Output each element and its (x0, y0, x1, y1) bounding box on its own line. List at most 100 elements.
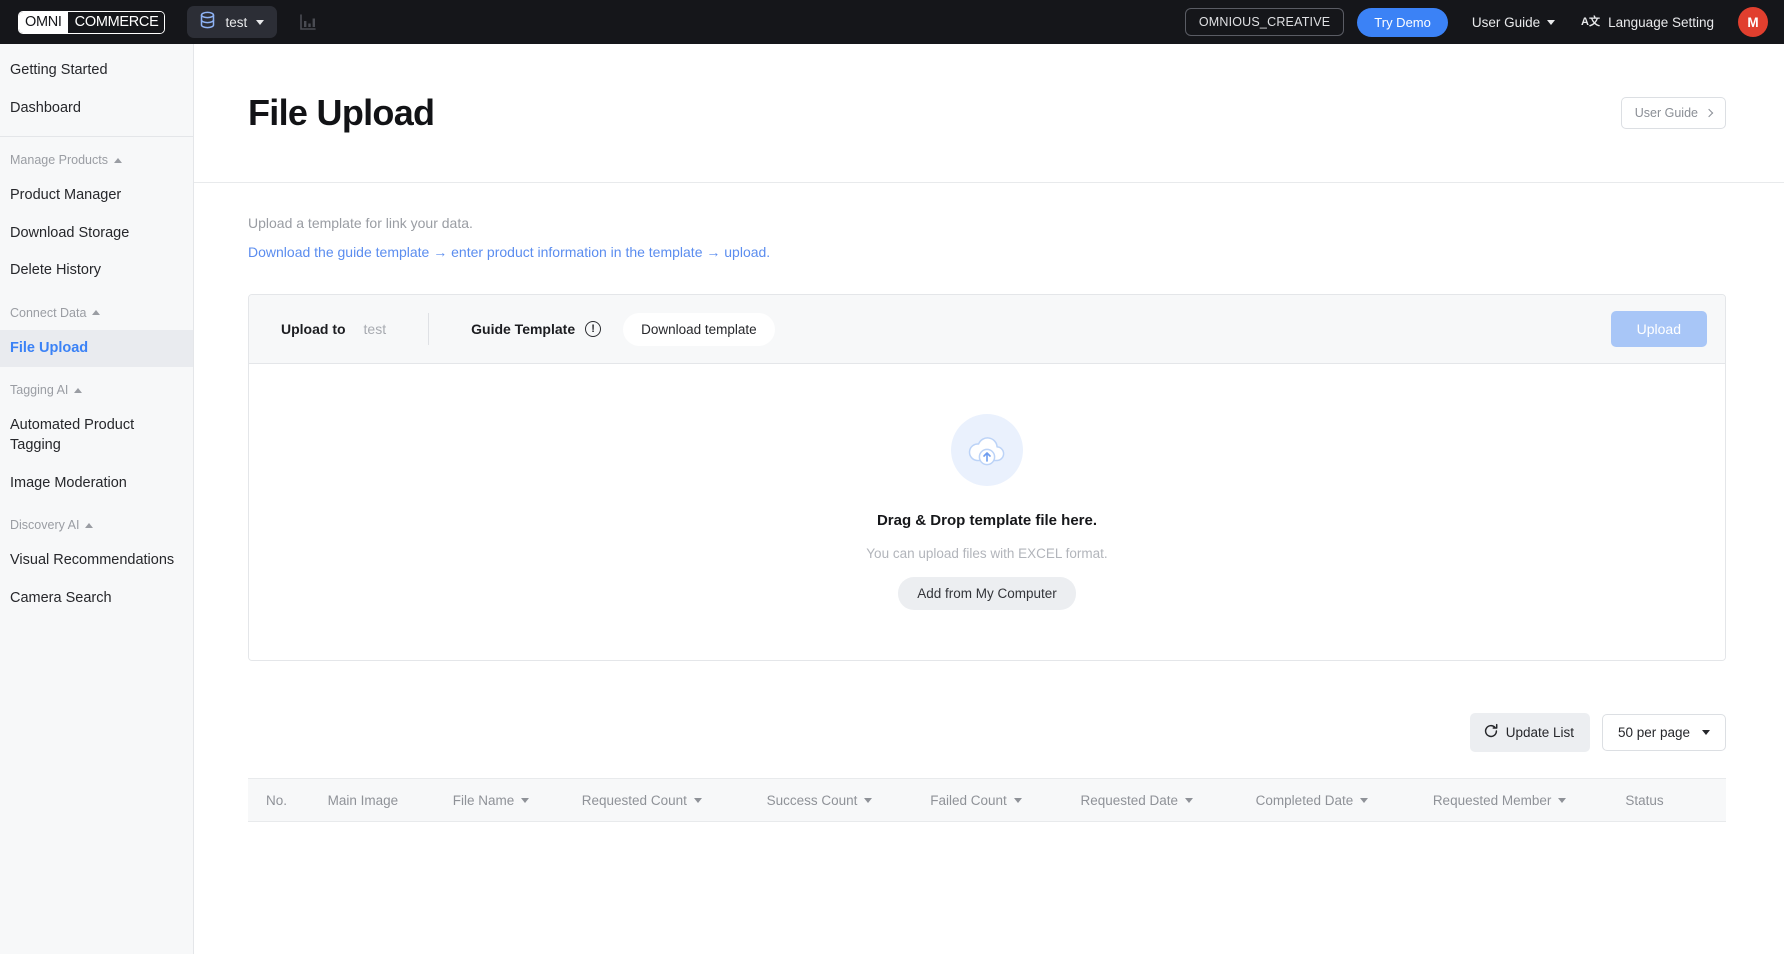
sort-caret-icon (1360, 797, 1369, 803)
user-guide-menu[interactable]: User Guide (1471, 14, 1556, 30)
table-header-cell[interactable]: Failed Count (930, 793, 1080, 808)
sidebar-item-file-upload[interactable]: File Upload (0, 329, 193, 368)
table-body-empty (248, 822, 1726, 882)
try-demo-button[interactable]: Try Demo (1357, 7, 1448, 37)
svg-text:文: 文 (1589, 14, 1600, 28)
translate-icon: A 文 (1581, 13, 1601, 31)
user-guide-menu-label: User Guide (1471, 14, 1541, 30)
sort-caret-icon (521, 797, 530, 803)
bar-chart-icon[interactable] (295, 9, 321, 35)
guide-template-link[interactable]: Download the guide template → enter prod… (248, 244, 770, 260)
sidebar-group-discovery-ai[interactable]: Discovery AI (0, 502, 193, 542)
file-upload-table: No. Main Image File Name Requested Count Suc… (248, 778, 1726, 882)
sidebar-group-connect-data[interactable]: Connect Data (0, 290, 193, 330)
page-header: File Upload User Guide (194, 44, 1784, 183)
table-header-cell[interactable]: Requested Member (1433, 793, 1626, 808)
list-controls: Update List 50 per page (248, 713, 1726, 752)
page-subtitle: Upload a template for link your data. (248, 215, 473, 231)
sidebar-item-getting-started[interactable]: Getting Started (0, 52, 193, 90)
table-header-cell: Main Image (328, 793, 453, 808)
app-logo[interactable]: OMNI COMMERCE (18, 10, 166, 34)
sidebar-group-label: Discovery AI (10, 518, 80, 533)
chevron-right-icon (1704, 108, 1714, 118)
chevron-up-icon (85, 522, 94, 528)
workspace-name-chip[interactable]: OMNIOUS_CREATIVE (1184, 8, 1345, 36)
add-from-my-computer-button[interactable]: Add from My Computer (898, 577, 1076, 610)
chevron-up-icon (74, 387, 83, 393)
sidebar-item-camera-search[interactable]: Camera Search (0, 580, 193, 618)
upload-to-value: test (363, 321, 387, 337)
sidebar-item-download-storage[interactable]: Download Storage (0, 215, 193, 253)
logo-omni-text: OMNI (19, 11, 68, 33)
page-user-guide-label: User Guide (1634, 106, 1698, 120)
upload-to-label: Upload to (281, 321, 346, 337)
sidebar-item-product-manager[interactable]: Product Manager (0, 177, 193, 215)
update-list-button[interactable]: Update List (1469, 713, 1590, 752)
per-page-select[interactable]: 50 per page (1602, 714, 1726, 751)
upload-card: Upload to test Guide Template ! Download… (248, 294, 1726, 661)
sidebar-item-image-moderation[interactable]: Image Moderation (0, 465, 193, 503)
upload-button[interactable]: Upload (1610, 311, 1707, 347)
sidebar-group-tagging-ai[interactable]: Tagging AI (0, 367, 193, 407)
download-template-button[interactable]: Download template (623, 312, 775, 346)
app-shell: Getting Started Dashboard Manage Product… (0, 44, 1784, 954)
sort-caret-icon (1558, 797, 1567, 803)
chevron-up-icon (92, 310, 101, 316)
top-bar: OMNI COMMERCE test OMNIOUS_CREATIVE Try … (0, 0, 1784, 44)
sort-caret-icon (693, 797, 702, 803)
guide-template-label: Guide Template (471, 321, 576, 337)
table-header-label: Completed Date (1255, 792, 1354, 808)
top-bar-right-cluster: OMNIOUS_CREATIVE Try Demo User Guide A 文… (1184, 7, 1768, 37)
dropzone-subtitle: You can upload files with EXCEL format. (866, 546, 1108, 561)
refresh-icon (1483, 723, 1499, 742)
language-setting-menu[interactable]: A 文 Language Setting (1581, 13, 1714, 31)
database-icon (199, 11, 216, 34)
page-title: File Upload (248, 92, 435, 133)
table-header-label: No. (266, 792, 288, 808)
sort-caret-icon (864, 797, 873, 803)
sidebar-item-visual-recommendations[interactable]: Visual Recommendations (0, 542, 193, 580)
cloud-upload-icon (951, 414, 1023, 486)
sidebar-group-label: Connect Data (10, 305, 87, 320)
table-header-label: Requested Member (1432, 792, 1552, 808)
dropzone-title: Drag & Drop template file here. (876, 512, 1098, 529)
table-header-label: Success Count (766, 792, 858, 808)
table-header-label: Main Image (327, 792, 399, 808)
table-header-cell[interactable]: File Name (453, 793, 582, 808)
svg-text:A: A (1581, 16, 1589, 28)
chevron-down-icon (1547, 19, 1556, 25)
page-body: Upload a template for link your data. Do… (194, 183, 1784, 882)
update-list-label: Update List (1505, 725, 1574, 740)
sidebar-item-delete-history[interactable]: Delete History (0, 252, 193, 290)
table-header-cell[interactable]: Requested Date (1080, 793, 1255, 808)
sort-caret-icon (1185, 797, 1194, 803)
chevron-down-icon (1702, 730, 1710, 735)
table-header-cell[interactable]: Success Count (767, 793, 931, 808)
sidebar-group-label: Tagging AI (10, 383, 69, 398)
chevron-down-icon (256, 19, 265, 25)
table-header-label: Requested Count (581, 792, 687, 808)
table-header-label: Requested Date (1080, 792, 1179, 808)
upload-card-header: Upload to test Guide Template ! Download… (249, 295, 1725, 364)
avatar[interactable]: M (1738, 7, 1768, 37)
sidebar-item-automated-product-tagging[interactable]: Automated Product Tagging (0, 407, 193, 464)
db-selector-label: test (225, 14, 248, 30)
sidebar-item-dashboard[interactable]: Dashboard (0, 90, 193, 128)
sidebar: Getting Started Dashboard Manage Product… (0, 44, 194, 954)
table-header-cell[interactable]: Requested Count (582, 793, 767, 808)
page-user-guide-button[interactable]: User Guide (1620, 97, 1726, 129)
table-header-cell[interactable]: Completed Date (1256, 793, 1433, 808)
logo-commerce-text: COMMERCE (67, 11, 165, 33)
table-header-label: File Name (452, 792, 515, 808)
language-setting-label: Language Setting (1608, 14, 1714, 30)
table-header-cell: Status (1625, 793, 1712, 808)
vertical-divider (428, 313, 430, 345)
table-header-label: Failed Count (930, 792, 1007, 808)
file-dropzone[interactable]: Drag & Drop template file here. You can … (249, 364, 1725, 660)
sort-caret-icon (1013, 797, 1022, 803)
info-icon[interactable]: ! (585, 321, 602, 337)
table-header-cell: No. (266, 793, 328, 808)
workspace-db-selector[interactable]: test (187, 6, 278, 38)
sidebar-group-manage-products[interactable]: Manage Products (0, 137, 193, 177)
per-page-value: 50 per page (1618, 725, 1691, 740)
